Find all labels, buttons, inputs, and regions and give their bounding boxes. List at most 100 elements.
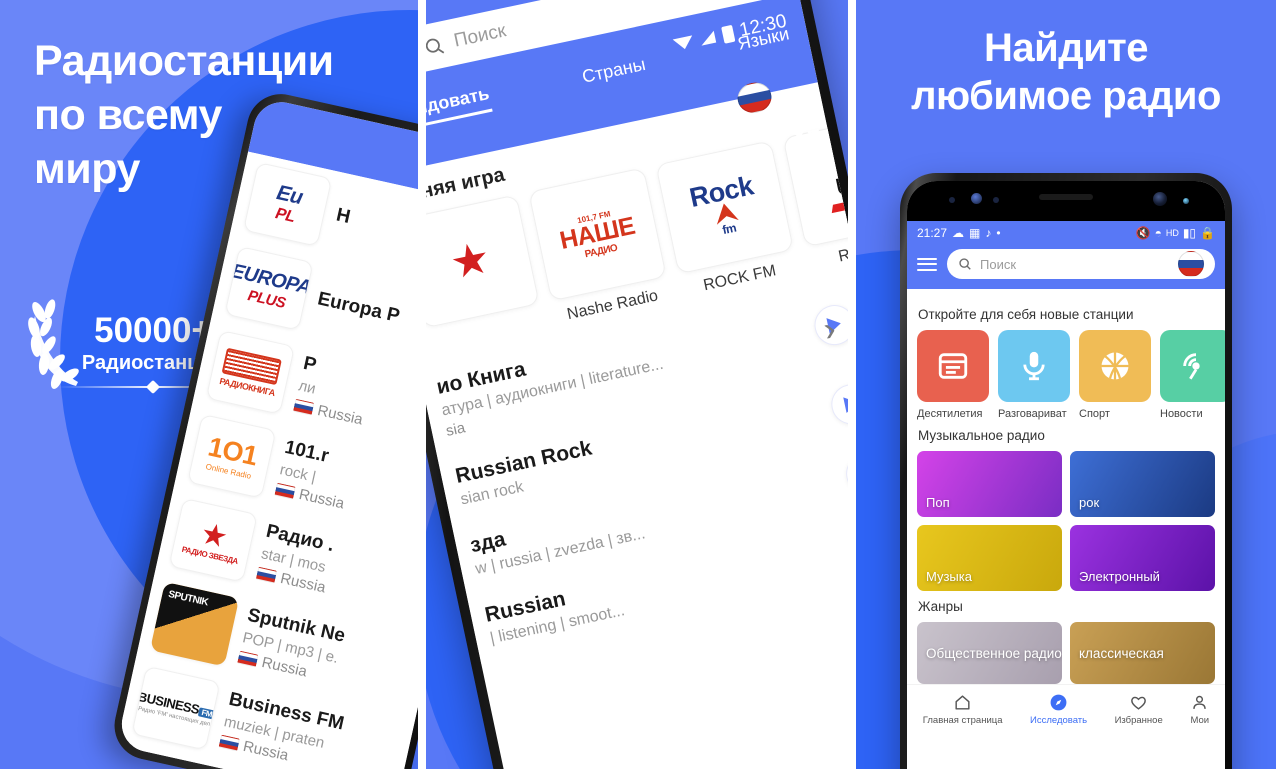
play-button[interactable] xyxy=(842,449,848,497)
panel-divider xyxy=(418,0,426,769)
phone-screen: Eu PL Н EUROPA PLUS Europa P РАДИОКНИГА … xyxy=(116,96,418,769)
dot-icon: • xyxy=(996,226,1001,240)
app-header: Поиск xyxy=(907,245,1225,289)
music-title: Музыкальное радио xyxy=(918,428,1045,443)
tab-countries[interactable]: Страны xyxy=(580,54,647,88)
music-tile-music[interactable]: Музыка xyxy=(917,525,1062,591)
person-icon xyxy=(1190,691,1209,713)
category-tile xyxy=(998,330,1070,402)
station-list: Eu PL Н EUROPA PLUS Europa P РАДИОКНИГА … xyxy=(116,151,418,769)
iris-sensor-icon xyxy=(971,193,982,204)
category-row: Десятилетия Разговариват Спорт Новости xyxy=(917,330,1225,420)
play-icon xyxy=(843,394,848,413)
tab-recommend[interactable]: омендовать xyxy=(426,83,493,134)
status-bar: 21:27 ☁ ▦ ♪ • 🔇 ◓ HD ▮▯ 🔒 xyxy=(907,221,1225,245)
flag-ru-icon xyxy=(255,566,278,584)
nav-item-mine[interactable]: Мои xyxy=(1190,691,1209,726)
category-news[interactable]: Новости xyxy=(1160,330,1225,420)
hd-icon: HD xyxy=(1165,228,1179,238)
microphone-icon xyxy=(1023,351,1045,381)
heart-icon xyxy=(1115,691,1163,713)
music-tile-label: Поп xyxy=(926,495,950,510)
search-input[interactable]: Поиск xyxy=(947,249,1215,279)
station-info: Sputnik Ne POP | mp3 | e. Russia xyxy=(237,605,347,687)
music-tile-rock[interactable]: рок xyxy=(1070,451,1215,517)
category-tile xyxy=(917,330,989,402)
discover-title: Откройте для себя новые станции xyxy=(918,307,1134,322)
genre-tile-public-radio[interactable]: Общественное радио xyxy=(917,622,1062,684)
genres-grid: Общественное радио классическая xyxy=(917,622,1215,684)
hamburger-menu-icon[interactable] xyxy=(917,254,937,274)
nav-label: Избранное xyxy=(1114,715,1163,726)
nav-item-home[interactable]: Главная страница xyxy=(923,691,1003,726)
category-tile xyxy=(1079,330,1151,402)
store-screenshot-1: Радиостанции по всему миру 50000+ Радиос… xyxy=(0,0,418,769)
nav-item-favorites[interactable]: Избранное xyxy=(1115,691,1163,726)
music-tile-label: рок xyxy=(1079,495,1100,510)
station-tile[interactable]: 101,7 FM НАШЕ РАДИО Nashe Radio xyxy=(528,167,672,327)
led-indicator-icon xyxy=(993,197,999,203)
broadcast-icon xyxy=(1183,353,1200,380)
basketball-icon xyxy=(1101,352,1129,380)
mute-icon: 🔇 xyxy=(1135,226,1151,240)
genre-tile-label: классическая xyxy=(1079,645,1164,661)
lock-icon: 🔒 xyxy=(1200,226,1215,240)
cloud-icon: ☁ xyxy=(952,226,965,240)
calendar-icon xyxy=(938,353,968,379)
station-logo: 1O1 Online Radio xyxy=(187,413,277,499)
category-talk[interactable]: Разговариват xyxy=(998,330,1070,420)
search-icon xyxy=(959,258,971,270)
nav-label: Мои xyxy=(1190,715,1210,726)
nav-item-explore[interactable]: Исследовать xyxy=(1030,691,1087,726)
signal-icon xyxy=(701,30,717,46)
station-info: Н xyxy=(334,204,352,228)
station-info: 101.r rock | Russia xyxy=(274,437,356,512)
wifi-icon xyxy=(673,35,693,50)
station-logo: Rock ⮝ fm xyxy=(655,140,795,275)
sensor-icon xyxy=(1183,198,1189,204)
nav-label: Исследовать xyxy=(1030,715,1088,726)
store-screenshot-3: Найдите любимое радио 21:27 ☁ ▦ ♪ • 🔇 ◓ … xyxy=(856,0,1276,769)
genre-tile-label: Общественное радио xyxy=(926,645,1062,661)
compass-icon xyxy=(1030,691,1087,713)
station-logo: 101,7 FM НАШЕ РАДИО xyxy=(528,167,667,302)
category-sport[interactable]: Спорт xyxy=(1079,330,1151,420)
music-tile-electronic[interactable]: Электронный xyxy=(1070,525,1215,591)
music-grid: Поп рок Музыка Электронный xyxy=(917,451,1215,591)
station-info: Russian | listening | smoot... xyxy=(483,576,627,649)
station-tile[interactable]: ★ xyxy=(426,194,541,336)
flag-ru-icon xyxy=(218,734,240,752)
search-placeholder: Поиск xyxy=(452,20,508,52)
phone-mockup-right: 21:27 ☁ ▦ ♪ • 🔇 ◓ HD ▮▯ 🔒 Поиск Откройте… xyxy=(900,173,1232,769)
signal-icon: ▮▯ xyxy=(1182,226,1197,240)
station-tile[interactable]: Rock ⮝ fm ROCK FM xyxy=(655,140,799,300)
phone-frame: Поиск омендовать Страны Языки авняя игра xyxy=(426,0,848,769)
station-logo: SPUTNIK xyxy=(149,581,240,667)
station-info: Business FM muziek | praten Russia xyxy=(218,689,346,769)
music-tile-pop[interactable]: Поп xyxy=(917,451,1062,517)
status-time: 21:27 xyxy=(917,226,948,240)
front-camera-icon xyxy=(1153,192,1167,206)
headline-line-1: Радиостанции xyxy=(34,37,334,85)
station-info: Радио . star | mos Russia xyxy=(255,521,337,596)
panel-divider xyxy=(848,0,856,769)
station-logo: ★ РАДИО ЗВЕЗДА xyxy=(168,497,258,583)
flag-ru-icon[interactable] xyxy=(1178,251,1204,277)
headphones-icon: ♪ xyxy=(985,226,992,240)
station-info: Europa P xyxy=(315,288,402,328)
category-decades[interactable]: Десятилетия xyxy=(917,330,989,420)
bottom-navigation: Главная страница Исследовать Избранное М… xyxy=(907,684,1225,732)
category-label: Новости xyxy=(1160,408,1203,420)
phone-screen: 21:27 ☁ ▦ ♪ • 🔇 ◓ HD ▮▯ 🔒 Поиск Откройте… xyxy=(907,181,1225,769)
search-icon xyxy=(426,38,445,53)
search-placeholder: Поиск xyxy=(980,256,1017,272)
badge-diamond xyxy=(145,379,161,395)
image-icon: ▦ xyxy=(969,226,981,240)
headline-line-1: Найдите xyxy=(983,26,1149,70)
play-button[interactable] xyxy=(827,380,848,428)
genre-tile-classical[interactable]: классическая xyxy=(1070,622,1215,684)
station-logo: РАДИОКНИГА xyxy=(205,329,296,415)
flag-ru-icon xyxy=(292,398,315,416)
phone-mockup-mid: Поиск омендовать Страны Языки авняя игра xyxy=(426,0,848,769)
phone-frame: 21:27 ☁ ▦ ♪ • 🔇 ◓ HD ▮▯ 🔒 Поиск Откройте… xyxy=(900,173,1232,769)
